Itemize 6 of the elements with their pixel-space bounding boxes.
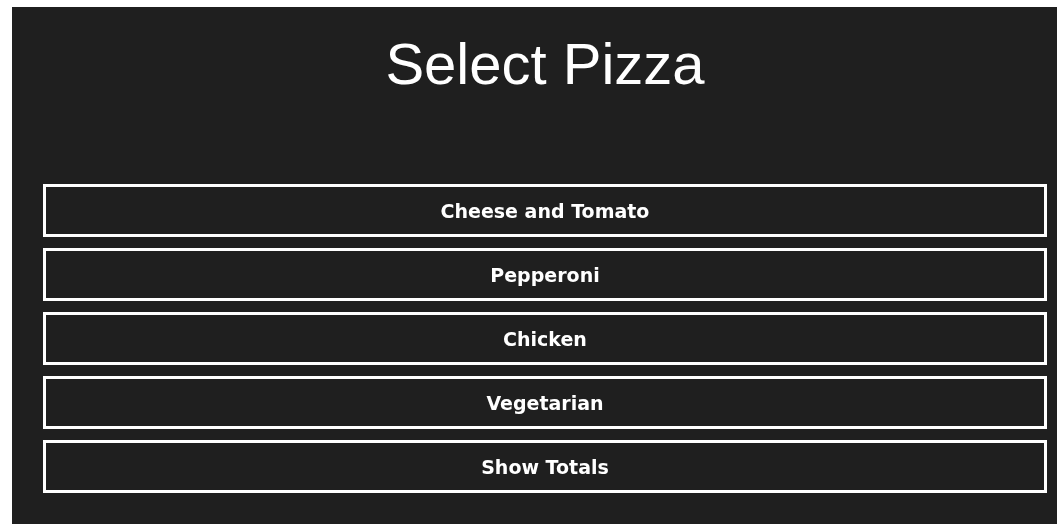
pizza-button[interactable]: Chicken	[43, 312, 1047, 365]
pizza-button[interactable]: Show Totals	[43, 440, 1047, 493]
pizza-button[interactable]: Vegetarian	[43, 376, 1047, 429]
page-title: Select Pizza	[384, 30, 706, 98]
pizza-button[interactable]: Cheese and Tomato	[43, 184, 1047, 237]
pizza-button[interactable]: Pepperoni	[43, 248, 1047, 301]
